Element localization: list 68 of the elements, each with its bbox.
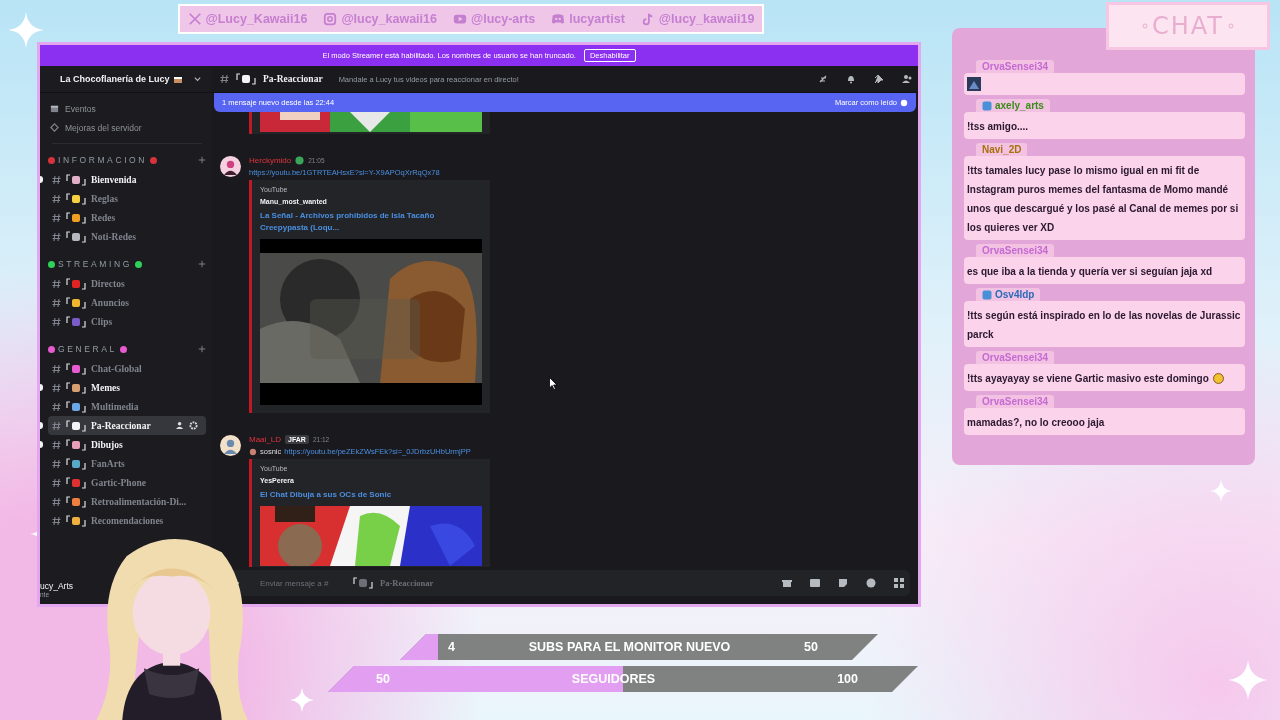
goal-target: 100: [837, 672, 858, 686]
channel-item[interactable]: Bienvenida: [48, 170, 206, 189]
goal-current: 50: [376, 672, 390, 686]
channel-item[interactable]: Recomendaciones: [48, 511, 206, 530]
chat-message: !tts tamales lucy pase lo mismo igual en mi fit de Instagram puros memes del fantasma de Momo mandé unos que descargué y los pasé al Canal de memes por si los quieres ver XD: [967, 165, 1239, 233]
goal-current: 4: [448, 640, 455, 654]
chat-username: axely_arts: [995, 100, 1044, 111]
channel-name: Reglas: [91, 193, 118, 204]
channel-name: Anuncios: [91, 297, 129, 308]
channel-item[interactable]: Clips: [48, 312, 206, 331]
channel-name: Recomendaciones: [91, 515, 164, 526]
channel-name: Gartic-Phone: [91, 477, 146, 488]
chat-username: OrvaSensei34: [982, 61, 1049, 72]
channel-item[interactable]: Anuncios: [48, 293, 206, 312]
channel-name: Bienvenida: [91, 174, 137, 185]
user-name: ucy_Arts: [40, 580, 75, 591]
channel-name: Noti-Redes: [91, 231, 136, 242]
channel-name: Chat-Global: [91, 363, 142, 374]
channel-item[interactable]: Gartic-Phone: [48, 473, 206, 492]
embed-title[interactable]: La Señal - Archivos prohibidos de Isla Tacaño Creepypasta (Loqu...: [260, 210, 482, 234]
channel-item[interactable]: Dibujos: [48, 435, 206, 454]
channel-name: Retroalimentación-Di...: [91, 496, 187, 507]
category-header[interactable]: GENERAL: [58, 344, 117, 354]
channel-item[interactable]: Multimedia: [48, 397, 206, 416]
chat-message: es que iba a la tienda y quería ver si seguían jaja xd: [967, 266, 1213, 277]
channel-name: Pa-Reaccionar: [380, 578, 434, 588]
sidebar-link[interactable]: Eventos: [65, 103, 96, 114]
channel-item[interactable]: Memes: [48, 378, 206, 397]
social-handle: @lucy_kawaii19: [658, 12, 755, 26]
channel-name: FanArts: [91, 458, 125, 469]
sidebar-link[interactable]: Mejoras del servidor: [65, 122, 142, 133]
channel-item[interactable]: FanArts: [48, 454, 206, 473]
channel-item[interactable]: Noti-Redes: [48, 227, 206, 246]
chat-message: !tts según está inspirado en lo de las novelas de Jurassic parck: [967, 310, 1241, 340]
channel-item[interactable]: Retroalimentación-Di...: [48, 492, 206, 511]
social-handle: @lucy-arts: [470, 12, 536, 26]
category-header[interactable]: INFORMACION: [58, 155, 148, 165]
channel-item[interactable]: Redes: [48, 208, 206, 227]
channel-name: Dibujos: [91, 439, 123, 450]
channel-item[interactable]: Reglas: [48, 189, 206, 208]
chat-username: OrvaSensei34: [982, 396, 1049, 407]
chat-username: OrvaSensei34: [982, 245, 1049, 256]
server-name[interactable]: La Chocoflanería de Lucy: [60, 74, 170, 84]
embed-title[interactable]: El Chat Dibuja a sus OCs de Sonic: [260, 489, 482, 501]
chat-message: !tts ayayayay se viene Gartic masivo este domingo: [967, 373, 1209, 384]
channel-name: Memes: [91, 382, 120, 393]
message-input[interactable]: Enviar mensaje a #: [260, 578, 346, 588]
channel-name: Directos: [91, 278, 125, 289]
channel-name: Redes: [91, 212, 116, 223]
channel-title: Pa-Reaccionar: [263, 74, 323, 84]
channel-name: Multimedia: [91, 401, 139, 412]
channel-name: Clips: [91, 316, 113, 327]
goal-target: 50: [804, 640, 818, 654]
goal-label: SUBS PARA EL MONITOR NUEVO: [528, 640, 731, 654]
channel-item[interactable]: Directos: [48, 274, 206, 293]
social-handle: @Lucy_Kawaii16: [205, 12, 308, 26]
message-author[interactable]: Herckymido: [249, 156, 292, 165]
message-author[interactable]: Maai_LD: [249, 435, 281, 444]
channel-item[interactable]: Chat-Global: [48, 359, 206, 378]
chat-username: Navi_2D: [982, 144, 1022, 155]
chat-message: !tss amigo....: [967, 121, 1029, 132]
social-handle: @lucy_kawaii16: [341, 12, 437, 26]
chat-username: OrvaSensei34: [982, 352, 1049, 363]
chat-message: mamadas?, no lo creooo jaja: [967, 417, 1105, 428]
channel-name: Pa-Reaccionar: [91, 420, 151, 431]
social-handle: lucyartist: [569, 12, 625, 26]
chat-username: Osv4ldp: [995, 289, 1035, 300]
category-header[interactable]: STREAMING: [58, 259, 132, 269]
